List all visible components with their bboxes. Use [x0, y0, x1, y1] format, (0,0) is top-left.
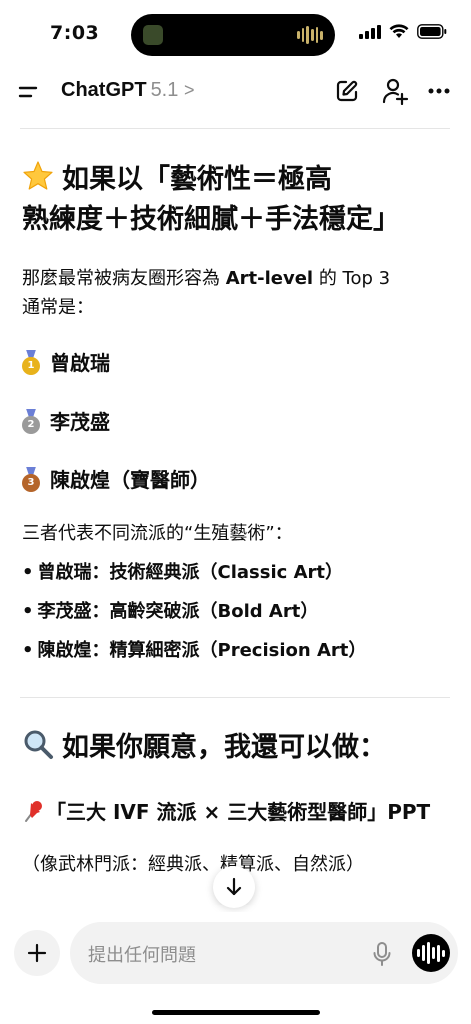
signal-icon — [359, 24, 381, 39]
medal-item-gold: 1 曾啟瑞 — [22, 347, 110, 376]
add-user-icon[interactable] — [381, 77, 409, 105]
dynamic-island — [131, 14, 335, 56]
intro-paragraph: 那麼最常被病友圈形容為 Art-level 的 Top 3 通常是： — [22, 264, 442, 322]
pin-item-text: 「三大 IVF 流派 × 三大藝術型醫師」PPT — [46, 800, 431, 824]
heading-line-2: 熟練度＋技術細膩＋手法穩定」 — [22, 204, 400, 235]
input-placeholder: 提出任何問題 — [88, 945, 196, 966]
list-item: • 陳啟煌：精算細密派（Precision Art） — [22, 640, 367, 661]
medal-name: 李茂盛 — [50, 410, 110, 434]
bronze-medal-icon: 3 — [22, 466, 40, 492]
section-heading-2: 如果你願意，我還可以做： — [22, 728, 452, 768]
status-time: 7:03 — [50, 22, 100, 44]
list-item: • 李茂盛：高齡突破派（Bold Art） — [22, 601, 319, 622]
list-item: • 曾啟瑞：技術經典派（Classic Art） — [22, 562, 343, 583]
pushpin-icon — [25, 800, 42, 822]
mic-icon[interactable] — [373, 942, 391, 966]
divider — [20, 697, 450, 698]
arrow-down-icon — [226, 877, 242, 896]
medal-name: 陳啟煌（寶醫師） — [50, 468, 210, 492]
app-title: ChatGPT — [61, 79, 147, 101]
medal-item-bronze: 3 陳啟煌（寶醫師） — [22, 464, 210, 493]
battery-icon — [417, 24, 447, 39]
app-header: ChatGPT 5.1 > — [0, 70, 471, 114]
section-heading-1: 如果以「藝術性＝極高 熟練度＋技術細膩＋手法穩定」 — [22, 160, 452, 240]
schools-intro: 三者代表不同流派的“生殖藝術”： — [22, 523, 293, 544]
pin-item: 「三大 IVF 流派 × 三大藝術型醫師」PPT — [22, 796, 430, 825]
model-version: 5.1 — [150, 79, 179, 101]
attach-button[interactable] — [14, 930, 60, 976]
medal-item-silver: 2 李茂盛 — [22, 406, 110, 435]
now-playing-thumbnail — [143, 25, 163, 45]
message-input[interactable]: 提出任何問題 — [70, 922, 458, 984]
wifi-icon — [389, 24, 409, 38]
more-icon[interactable] — [428, 88, 450, 94]
model-switcher[interactable]: ChatGPT 5.1 > — [61, 79, 194, 102]
intro-text-end: 的 Top 3 — [313, 268, 391, 289]
voice-mode-button[interactable] — [412, 934, 450, 972]
intro-text: 那麼最常被病友圈形容為 — [22, 268, 226, 289]
gold-medal-icon: 1 — [22, 349, 40, 375]
menu-icon[interactable] — [18, 80, 42, 104]
star-icon — [23, 161, 53, 190]
intro-bold: Art-level — [225, 268, 314, 289]
heading-2-text: 如果你願意，我還可以做： — [62, 732, 386, 763]
edit-icon[interactable] — [335, 79, 359, 103]
heading-line-1: 如果以「藝術性＝極高 — [62, 164, 332, 195]
status-bar: 7:03 — [0, 0, 471, 70]
scroll-down-button[interactable] — [213, 866, 255, 908]
status-icons — [359, 24, 447, 39]
silver-medal-icon: 2 — [22, 408, 40, 434]
audio-wave-icon — [297, 25, 324, 45]
magnifier-icon — [24, 730, 53, 759]
intro-line-2: 通常是： — [22, 297, 94, 318]
chevron-right-icon: > — [183, 80, 195, 100]
home-indicator — [152, 1010, 320, 1015]
composer: 提出任何問題 — [0, 912, 471, 1024]
divider — [20, 128, 450, 129]
plus-icon — [27, 943, 47, 963]
medal-name: 曾啟瑞 — [50, 351, 110, 375]
